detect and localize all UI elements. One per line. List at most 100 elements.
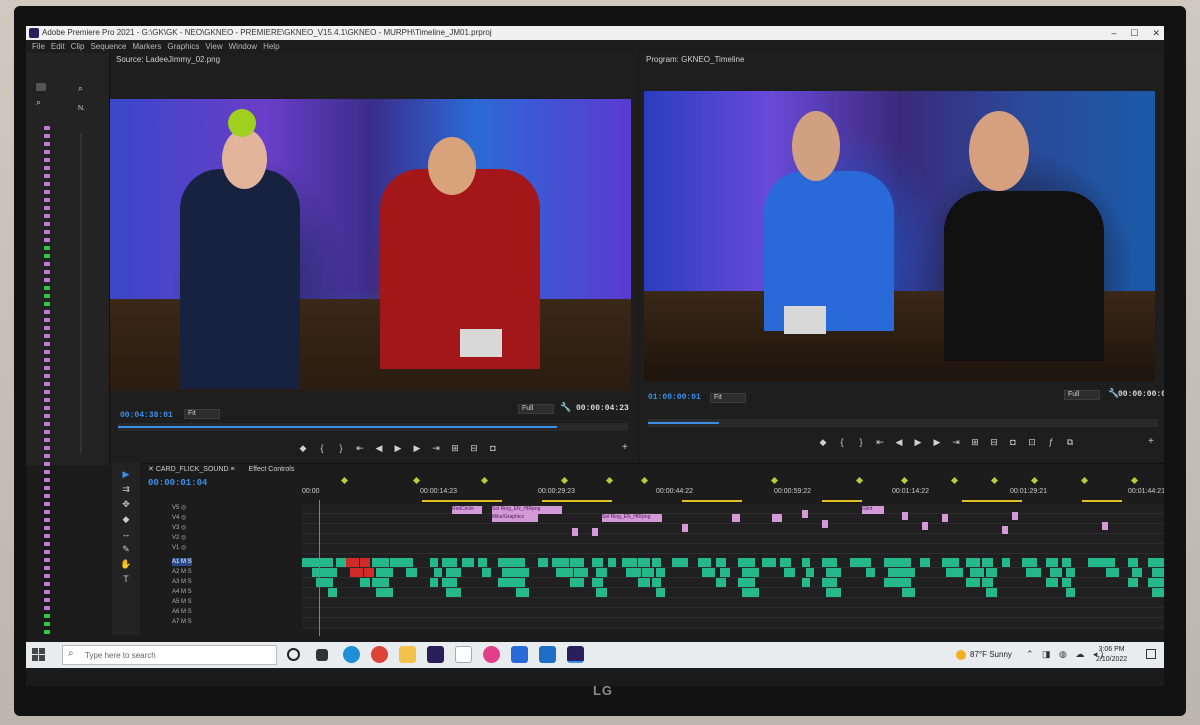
selection-tool-icon[interactable]: ▶ xyxy=(120,470,132,479)
audio-clip[interactable] xyxy=(1062,578,1071,587)
audio-clip[interactable] xyxy=(1026,568,1041,577)
video-clip[interactable] xyxy=(1002,526,1008,534)
taskbar-search-input[interactable]: Type here to search xyxy=(62,645,277,665)
audio-clip[interactable] xyxy=(946,568,963,577)
audio-clip[interactable] xyxy=(1062,558,1071,567)
audio-clip[interactable] xyxy=(672,558,688,567)
insert-icon[interactable]: ⊞ xyxy=(450,443,460,454)
audio-clip[interactable] xyxy=(1148,578,1164,587)
audio-clip[interactable] xyxy=(1152,588,1164,597)
audio-clip[interactable] xyxy=(902,588,915,597)
audio-clip[interactable] xyxy=(738,558,755,567)
audio-clip[interactable] xyxy=(538,558,548,567)
marker[interactable] xyxy=(855,476,864,485)
go-to-in-icon[interactable]: ⇤ xyxy=(875,437,885,448)
video-clip[interactable] xyxy=(1102,522,1108,530)
audio-clip[interactable] xyxy=(1022,558,1037,567)
close-button[interactable]: ✕ xyxy=(1152,26,1160,40)
audio-clip[interactable] xyxy=(328,568,337,577)
menu-view[interactable]: View xyxy=(205,40,222,53)
overwrite-icon[interactable]: ⊟ xyxy=(469,443,479,454)
track-header-a7[interactable]: A7 M S xyxy=(172,618,192,626)
task-view-icon[interactable] xyxy=(316,649,328,661)
audio-clip[interactable] xyxy=(656,568,665,577)
marker[interactable] xyxy=(340,476,349,485)
chrome-icon[interactable] xyxy=(371,646,388,663)
weather-text[interactable]: 87°F Sunny xyxy=(970,642,1012,668)
audio-clip[interactable] xyxy=(742,568,759,577)
audio-clip[interactable] xyxy=(966,578,980,587)
menu-window[interactable]: Window xyxy=(229,40,257,53)
audio-clip[interactable] xyxy=(1132,568,1142,577)
audio-clip[interactable] xyxy=(1002,558,1010,567)
audio-clip[interactable] xyxy=(762,558,776,567)
timeline-ruler[interactable]: 00:00 00:00:14:23 00:00:29:23 00:00:44:22 00… xyxy=(302,476,1164,504)
audio-clip[interactable] xyxy=(1152,568,1164,577)
step-forward-icon[interactable]: ▶ xyxy=(932,437,942,448)
effect-controls-tab[interactable]: Effect Controls xyxy=(249,466,295,473)
track-header-v5[interactable]: V5 ◎ xyxy=(172,504,186,512)
video-clip[interactable] xyxy=(592,528,598,536)
marker[interactable] xyxy=(560,476,569,485)
video-clip[interactable] xyxy=(572,528,578,536)
audio-clip[interactable] xyxy=(556,568,573,577)
audio-clip[interactable] xyxy=(982,558,993,567)
taskbar-clock[interactable]: 3:06 PM 2/10/2022 xyxy=(1096,645,1127,665)
source-monitor-tab[interactable]: Source: LadeeJimmy_02.png xyxy=(110,53,220,67)
audio-clip[interactable] xyxy=(638,558,650,567)
camera-icon[interactable]: ◘ xyxy=(1008,437,1018,448)
audio-clip[interactable] xyxy=(822,578,837,587)
audio-clip[interactable] xyxy=(446,588,461,597)
step-back-icon[interactable]: ◀ xyxy=(894,437,904,448)
minimize-button[interactable]: – xyxy=(1111,26,1116,40)
file-explorer-icon[interactable] xyxy=(399,646,416,663)
audio-clip[interactable] xyxy=(986,568,997,577)
audio-clip[interactable] xyxy=(482,568,491,577)
go-to-out-icon[interactable]: ⇥ xyxy=(951,437,961,448)
wrench-icon[interactable]: 🔧 xyxy=(560,402,571,413)
audio-clip[interactable] xyxy=(966,558,980,567)
audio-clip[interactable] xyxy=(1046,558,1058,567)
audio-clip[interactable] xyxy=(442,578,457,587)
audio-clip[interactable] xyxy=(942,558,959,567)
audio-clip[interactable] xyxy=(780,558,791,567)
audio-clip[interactable] xyxy=(802,558,810,567)
sequence-timecode[interactable]: 00:00:01:04 xyxy=(148,478,207,488)
search-icon[interactable]: ⌕ xyxy=(78,83,83,94)
audio-clip[interactable] xyxy=(826,568,841,577)
menu-help[interactable]: Help xyxy=(263,40,279,53)
menu-sequence[interactable]: Sequence xyxy=(90,40,126,53)
search-icon-secondary[interactable]: ⌕ xyxy=(36,97,41,108)
track-header-a4[interactable]: A4 M S xyxy=(172,588,192,596)
go-to-out-icon[interactable]: ⇥ xyxy=(431,443,441,454)
video-clip[interactable] xyxy=(732,514,740,522)
track-header-v4[interactable]: V4 ◎ xyxy=(172,514,186,522)
mark-out-icon[interactable]: } xyxy=(856,437,866,448)
marker-icon[interactable]: ◆ xyxy=(818,437,828,448)
menu-graphics[interactable]: Graphics xyxy=(167,40,199,53)
menu-clip[interactable]: Clip xyxy=(71,40,85,53)
marker[interactable] xyxy=(1080,476,1089,485)
audio-clip[interactable] xyxy=(406,568,417,577)
audio-clip[interactable] xyxy=(1046,578,1058,587)
audio-clip[interactable] xyxy=(430,558,438,567)
windows-start-icon[interactable] xyxy=(32,648,46,662)
audio-clip[interactable] xyxy=(716,578,726,587)
marker-icon[interactable]: ◆ xyxy=(298,443,308,454)
media-icon[interactable] xyxy=(539,646,556,663)
pen-icon[interactable]: ✎ xyxy=(120,545,132,554)
marker[interactable] xyxy=(990,476,999,485)
track-header-a3[interactable]: A3 M S xyxy=(172,578,192,586)
premiere-icon[interactable] xyxy=(427,646,444,663)
audio-clip[interactable] xyxy=(986,588,997,597)
video-clip[interactable] xyxy=(902,512,908,520)
audio-clip[interactable] xyxy=(364,568,374,577)
lift-icon[interactable]: ⊞ xyxy=(970,437,980,448)
add-button-icon[interactable]: + xyxy=(622,442,628,453)
play-icon[interactable]: ▶ xyxy=(913,437,923,448)
program-scrub-bar[interactable] xyxy=(648,419,1158,427)
video-clip[interactable] xyxy=(772,514,782,522)
audio-clip[interactable] xyxy=(1066,588,1075,597)
audio-clip[interactable] xyxy=(698,558,711,567)
source-timecode[interactable]: 00:04:38:01 xyxy=(120,411,173,420)
